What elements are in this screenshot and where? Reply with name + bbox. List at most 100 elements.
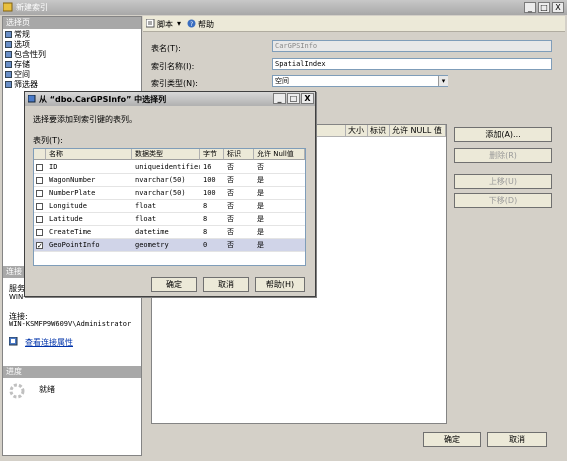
close-button[interactable]: X bbox=[552, 2, 564, 13]
maximize-button[interactable]: □ bbox=[538, 2, 550, 13]
page-icon bbox=[5, 61, 12, 68]
cell-bytes: 100 bbox=[203, 176, 216, 184]
nav-item-options[interactable]: 选项 bbox=[5, 40, 30, 50]
cell-datatype: uniqueidentifier bbox=[135, 163, 200, 171]
dialog-instruction: 选择要添加到索引键的表列。 bbox=[33, 115, 137, 124]
connection-value: WIN-KSMFP9W609V\Administrator bbox=[9, 320, 132, 328]
dialog-close-button[interactable]: X bbox=[301, 93, 314, 104]
page-icon bbox=[5, 31, 12, 38]
cell-name: Latitude bbox=[49, 215, 83, 223]
nav-item-storage[interactable]: 存储 bbox=[5, 60, 30, 70]
window-title-bar: 新建索引 _ □ X bbox=[0, 0, 567, 15]
cell-identity: 否 bbox=[227, 176, 234, 184]
dialog-maximize-button[interactable]: □ bbox=[287, 93, 300, 104]
cell-datatype: float bbox=[135, 215, 157, 223]
view-connection-properties-link[interactable]: 查看连接属性 bbox=[25, 337, 73, 348]
table-row[interactable]: ✓ GeoPointInfo geometry 0 否 是 bbox=[34, 239, 305, 252]
table-row[interactable]: NumberPlate nvarchar(50) 100 否 是 bbox=[34, 187, 305, 200]
row-checkbox[interactable] bbox=[36, 190, 43, 197]
index-type-label: 索引类型(N): bbox=[151, 79, 198, 88]
script-dropdown-arrow-icon[interactable]: ▾ bbox=[177, 19, 181, 28]
table-row[interactable]: Longitude float 8 否 是 bbox=[34, 200, 305, 213]
progress-status: 就绪 bbox=[39, 385, 55, 394]
help-icon: ? bbox=[187, 19, 196, 28]
cell-allow-null: 是 bbox=[257, 228, 264, 236]
header-datatype: 数据类型 bbox=[132, 149, 200, 160]
row-checkbox[interactable] bbox=[36, 229, 43, 236]
app-icon bbox=[2, 2, 13, 12]
grid-header-identity: 标识 bbox=[368, 125, 390, 137]
table-row[interactable]: Latitude float 8 否 是 bbox=[34, 213, 305, 226]
row-checkbox[interactable] bbox=[36, 216, 43, 223]
add-button[interactable]: 添加(A)... bbox=[454, 127, 552, 142]
table-columns-label: 表列(T): bbox=[33, 136, 63, 145]
cell-name: NumberPlate bbox=[49, 189, 96, 197]
nav-item-included-columns[interactable]: 包含性列 bbox=[5, 50, 46, 60]
cell-allow-null: 否 bbox=[257, 163, 264, 171]
header-check bbox=[34, 149, 46, 160]
help-button[interactable]: 帮助 bbox=[198, 19, 214, 30]
script-icon bbox=[145, 18, 155, 28]
move-down-button[interactable]: 下移(D) bbox=[454, 193, 552, 208]
page-icon bbox=[5, 81, 12, 88]
cancel-button[interactable]: 取消 bbox=[487, 432, 547, 447]
page-icon bbox=[5, 71, 12, 78]
cell-identity: 否 bbox=[227, 202, 234, 210]
cell-name: ID bbox=[49, 163, 58, 171]
cell-bytes: 8 bbox=[203, 228, 208, 236]
header-allow-null: 允许 Null值 bbox=[254, 149, 305, 160]
nav-item-filter[interactable]: 筛选器 bbox=[5, 80, 38, 90]
row-checkbox[interactable]: ✓ bbox=[36, 242, 43, 250]
dialog-cancel-button[interactable]: 取消 bbox=[203, 277, 249, 292]
cell-bytes: 100 bbox=[203, 189, 216, 197]
cell-allow-null: 是 bbox=[257, 202, 264, 210]
row-checkbox[interactable] bbox=[36, 177, 43, 184]
cell-identity: 否 bbox=[227, 241, 234, 249]
table-row[interactable]: CreateTime datetime 8 否 是 bbox=[34, 226, 305, 239]
select-columns-dialog: 从 “dbo.CarGPSInfo” 中选择列 _ □ X 选择要添加到索引键的… bbox=[24, 91, 316, 297]
index-name-field[interactable]: SpatialIndex bbox=[272, 58, 552, 70]
cell-name: Longitude bbox=[49, 202, 87, 210]
move-up-button[interactable]: 上移(U) bbox=[454, 174, 552, 189]
cell-allow-null: 是 bbox=[257, 241, 264, 249]
table-row[interactable]: ID uniqueidentifier 16 否 否 bbox=[34, 161, 305, 174]
cell-datatype: nvarchar(50) bbox=[135, 189, 186, 197]
grid-header-allow-null: 允许 NULL 值 bbox=[390, 125, 446, 137]
ok-button[interactable]: 确定 bbox=[423, 432, 481, 447]
remove-button[interactable]: 删除(R) bbox=[454, 148, 552, 163]
dialog-ok-button[interactable]: 确定 bbox=[151, 277, 197, 292]
row-checkbox[interactable] bbox=[36, 203, 43, 210]
page-icon bbox=[5, 41, 12, 48]
nav-item-general[interactable]: 常规 bbox=[5, 30, 30, 40]
cell-bytes: 16 bbox=[203, 163, 212, 171]
header-name: 名称 bbox=[46, 149, 132, 160]
window-title: 新建索引 bbox=[16, 3, 48, 12]
cell-identity: 否 bbox=[227, 163, 234, 171]
columns-table: 名称 数据类型 字节 标识 允许 Null值 ID uniqueidentifie… bbox=[33, 148, 306, 266]
page-icon bbox=[5, 51, 12, 58]
cell-bytes: 8 bbox=[203, 202, 208, 210]
dialog-icon bbox=[27, 94, 36, 103]
cell-allow-null: 是 bbox=[257, 215, 264, 223]
index-type-dropdown-icon[interactable]: ▾ bbox=[438, 76, 448, 86]
table-name-field: CarGPSInfo bbox=[272, 40, 552, 52]
index-name-label: 索引名称(I): bbox=[151, 62, 195, 71]
nav-item-spatial[interactable]: 空间 bbox=[5, 70, 30, 80]
header-bytes: 字节 bbox=[200, 149, 224, 160]
script-button[interactable]: 脚本 bbox=[157, 19, 173, 30]
progress-header: 进度 bbox=[3, 366, 141, 378]
table-row[interactable]: WagonNumber nvarchar(50) 100 否 是 bbox=[34, 174, 305, 187]
row-checkbox[interactable] bbox=[36, 164, 43, 171]
dialog-help-button[interactable]: 帮助(H) bbox=[255, 277, 305, 292]
toolbar: 脚本 ▾ ? 帮助 bbox=[143, 16, 565, 32]
cell-identity: 否 bbox=[227, 215, 234, 223]
cell-datatype: datetime bbox=[135, 228, 169, 236]
cell-allow-null: 是 bbox=[257, 176, 264, 184]
dialog-minimize-button[interactable]: _ bbox=[273, 93, 286, 104]
progress-spinner-icon bbox=[9, 383, 25, 399]
minimize-button[interactable]: _ bbox=[524, 2, 536, 13]
index-type-select[interactable]: 空间 bbox=[272, 75, 448, 87]
cell-name: WagonNumber bbox=[49, 176, 96, 184]
cell-datatype: float bbox=[135, 202, 157, 210]
dialog-title-bar: 从 “dbo.CarGPSInfo” 中选择列 _ □ X bbox=[25, 92, 315, 106]
